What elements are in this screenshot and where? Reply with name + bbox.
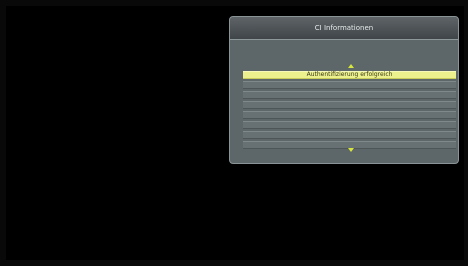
scroll-up-icon[interactable] <box>348 64 354 68</box>
list-item[interactable] <box>243 91 456 99</box>
info-list: Authentifizierung erfolgreich <box>243 71 456 151</box>
list-item[interactable] <box>243 121 456 129</box>
dialog-title: CI Informationen <box>230 17 458 40</box>
list-item[interactable]: Authentifizierung erfolgreich <box>243 71 456 79</box>
list-item[interactable] <box>243 131 456 139</box>
scroll-down-icon[interactable] <box>348 148 354 152</box>
list-item[interactable] <box>243 101 456 109</box>
list-item[interactable] <box>243 81 456 89</box>
ci-information-dialog: CI Informationen Authentifizierung erfol… <box>229 16 459 164</box>
list-item[interactable] <box>243 111 456 119</box>
